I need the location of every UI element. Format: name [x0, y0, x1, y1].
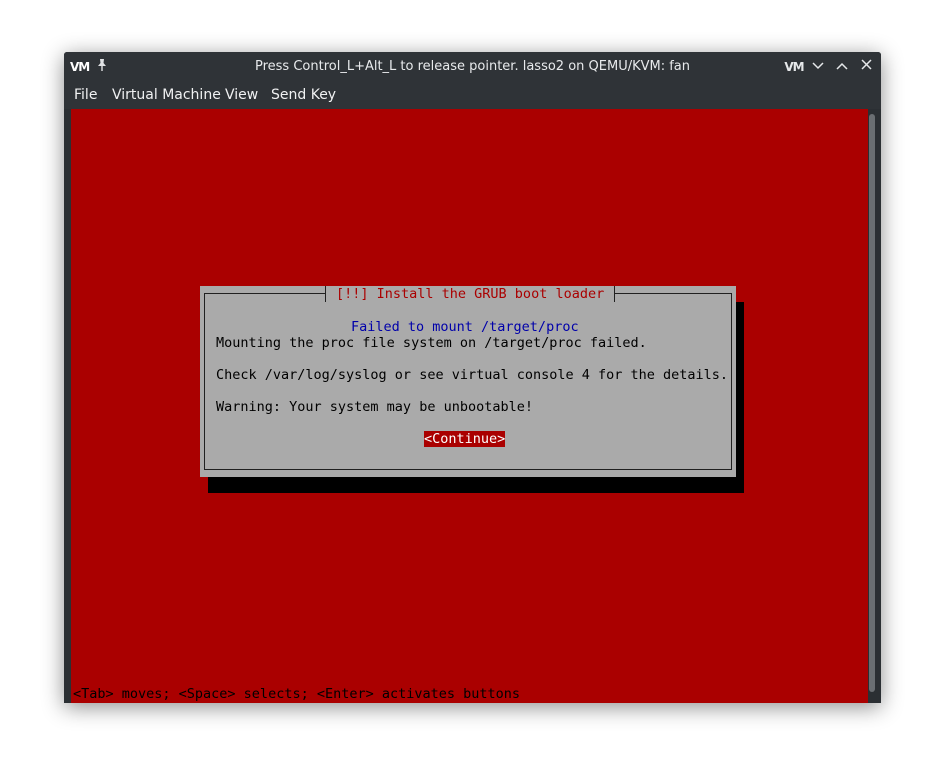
minimize-button[interactable] [808, 57, 828, 77]
titlebar[interactable]: VM Press Control_L+Alt_L to release poin… [64, 52, 881, 82]
keyboard-hint: <Tab> moves; <Space> selects; <Enter> ac… [73, 686, 521, 702]
menu-send-key[interactable]: Send Key [271, 87, 336, 103]
maximize-button[interactable] [832, 57, 852, 77]
vm-console-display[interactable]: [!!] Install the GRUB boot loader Failed… [71, 109, 868, 703]
continue-button[interactable]: <Continue> [424, 431, 506, 447]
close-button[interactable] [856, 57, 876, 77]
close-icon [860, 59, 872, 70]
dialog-subtitle: Failed to mount /target/proc [351, 319, 579, 335]
menu-view[interactable]: View [225, 87, 258, 103]
vm-menu-icon[interactable]: VM [782, 57, 806, 77]
scrollbar[interactable] [869, 114, 875, 692]
dialog-message-line: Mounting the proc file system on /target… [216, 335, 647, 351]
menu-file[interactable]: File [74, 87, 97, 103]
vm-viewer-window: VM Press Control_L+Alt_L to release poin… [64, 52, 881, 703]
dialog-title-box: [!!] Install the GRUB boot loader [325, 286, 616, 302]
chevron-up-icon [836, 62, 848, 70]
dialog-message-line: Check /var/log/syslog or see virtual con… [216, 367, 729, 383]
window-title: Press Control_L+Alt_L to release pointer… [254, 59, 691, 74]
dialog-warning-line: Warning: Your system may be unbootable! [216, 399, 533, 415]
menubar: File Virtual Machine View Send Key [64, 82, 881, 109]
installer-dialog: [!!] Install the GRUB boot loader Failed… [200, 286, 736, 477]
chevron-down-icon [812, 62, 824, 70]
menu-virtual-machine[interactable]: Virtual Machine [112, 87, 221, 103]
dialog-title: [!!] Install the GRUB boot loader [336, 286, 605, 302]
